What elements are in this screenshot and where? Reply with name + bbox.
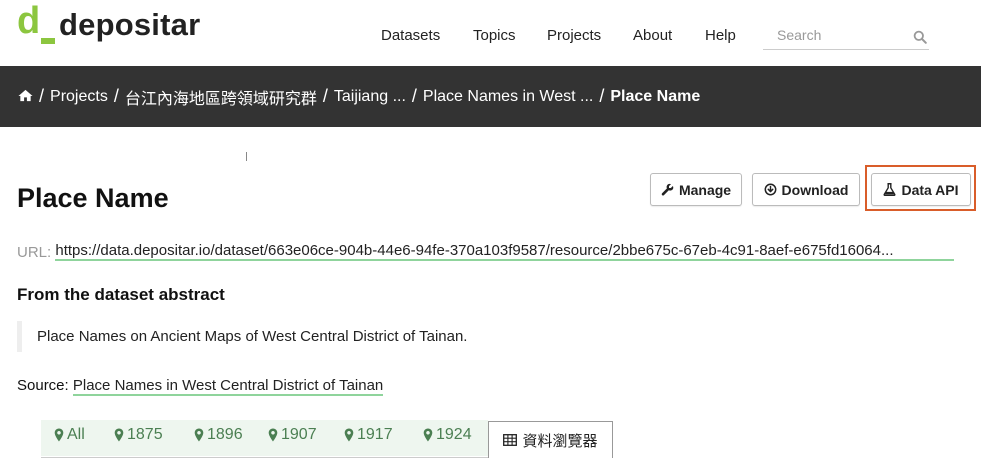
search-input[interactable] xyxy=(763,24,903,46)
breadcrumb-separator: / xyxy=(322,86,328,106)
divider xyxy=(246,152,247,161)
abstract-quote: Place Names on Ancient Maps of West Cent… xyxy=(17,321,617,352)
tab-label: 1924 xyxy=(436,426,472,443)
map-marker-icon xyxy=(194,428,204,442)
tab-label: 資料瀏覽器 xyxy=(522,432,598,450)
nav-help[interactable]: Help xyxy=(705,27,736,44)
breadcrumb-separator: / xyxy=(411,86,417,106)
breadcrumb-separator: / xyxy=(39,86,45,106)
tab-label: 1875 xyxy=(127,426,163,443)
logo-letter: d xyxy=(17,0,41,42)
tab-1907[interactable]: 1907 xyxy=(268,426,317,444)
search-icon[interactable] xyxy=(913,30,927,44)
data-api-button[interactable]: Data API xyxy=(871,173,971,206)
logo[interactable]: d depositar xyxy=(17,2,201,44)
map-marker-icon xyxy=(268,428,278,442)
table-icon xyxy=(503,434,518,446)
map-marker-icon xyxy=(114,428,124,442)
tab-1924[interactable]: 1924 xyxy=(423,426,472,444)
breadcrumb-organization[interactable]: 台江內海地區跨領域研究群 xyxy=(125,85,317,109)
breadcrumb: / Projects / 台江內海地區跨領域研究群 / Taijiang ...… xyxy=(0,66,981,127)
tab-label: 1917 xyxy=(357,426,393,443)
tab-1875[interactable]: 1875 xyxy=(114,426,163,444)
breadcrumb-projects[interactable]: Projects xyxy=(50,88,108,106)
map-marker-icon xyxy=(344,428,354,442)
tab-label: All xyxy=(67,426,85,443)
page-title: Place Name xyxy=(17,183,169,213)
nav-projects[interactable]: Projects xyxy=(547,27,601,44)
view-tabs: All 1875 1896 1907 1917 1924 資料瀏覽器 xyxy=(41,420,613,458)
tab-data-explorer[interactable]: 資料瀏覽器 xyxy=(488,421,613,458)
resource-url-row: URL: https://data.depositar.io/dataset/6… xyxy=(17,242,955,261)
search-box xyxy=(763,24,929,50)
download-button[interactable]: Download xyxy=(752,173,860,206)
abstract-heading: From the dataset abstract xyxy=(17,285,225,304)
breadcrumb-dataset[interactable]: Place Names in West ... xyxy=(423,88,593,106)
breadcrumb-separator: / xyxy=(599,86,605,106)
data-api-button-label: Data API xyxy=(901,181,959,198)
tab-strip xyxy=(41,420,488,456)
map-marker-icon xyxy=(423,428,433,442)
download-button-label: Download xyxy=(781,181,849,198)
resource-url-link[interactable]: https://data.depositar.io/dataset/663e06… xyxy=(55,242,955,261)
tab-all[interactable]: All xyxy=(54,426,85,444)
data-api-highlight: Data API xyxy=(865,165,976,211)
source-link[interactable]: Place Names in West Central District of … xyxy=(72,377,384,396)
download-icon xyxy=(764,183,776,196)
logo-text: depositar xyxy=(59,7,201,42)
url-label: URL: xyxy=(17,244,52,261)
nav-datasets[interactable]: Datasets xyxy=(381,27,440,44)
source-label: Source: xyxy=(17,377,69,394)
nav-topics[interactable]: Topics xyxy=(473,27,516,44)
source-row: Source: Place Names in West Central Dist… xyxy=(17,377,384,396)
tab-1896[interactable]: 1896 xyxy=(194,426,243,444)
manage-button[interactable]: Manage xyxy=(650,173,742,206)
map-marker-icon xyxy=(54,428,64,442)
breadcrumb-current[interactable]: Place Name xyxy=(610,88,700,106)
home-icon[interactable] xyxy=(18,89,33,102)
tab-label: 1907 xyxy=(281,426,317,443)
manage-button-label: Manage xyxy=(678,181,732,198)
nav-about[interactable]: About xyxy=(633,27,672,44)
breadcrumb-separator: / xyxy=(113,86,119,106)
wrench-icon xyxy=(661,183,674,196)
tab-1917[interactable]: 1917 xyxy=(344,426,393,444)
breadcrumb-project[interactable]: Taijiang ... xyxy=(334,88,406,106)
flask-icon xyxy=(883,183,896,196)
logo-mark: d xyxy=(17,2,57,44)
tab-label: 1896 xyxy=(207,426,243,443)
logo-underscore xyxy=(41,38,55,44)
site-header: d depositar Datasets Topics Projects Abo… xyxy=(0,0,981,66)
